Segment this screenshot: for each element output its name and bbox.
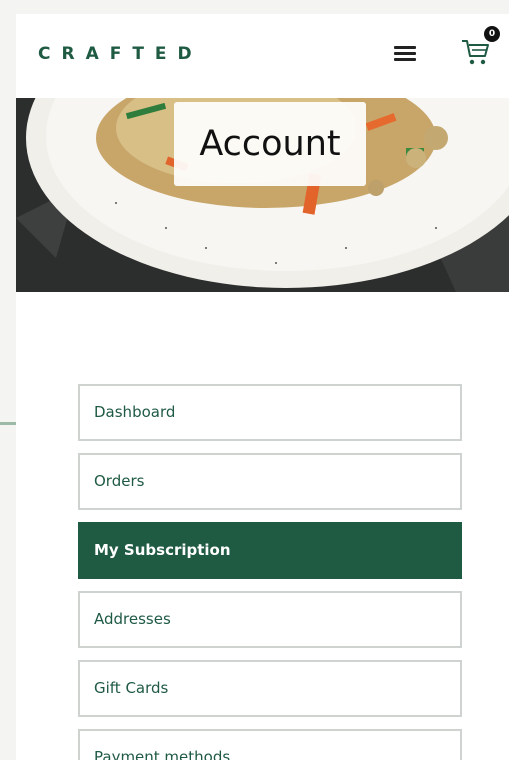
nav-item-addresses[interactable]: Addresses <box>78 591 462 648</box>
nav-item-gift-cards[interactable]: Gift Cards <box>78 660 462 717</box>
cart-button[interactable]: 0 <box>460 26 500 70</box>
nav-item-dashboard[interactable]: Dashboard <box>78 384 462 441</box>
nav-item-my-subscription[interactable]: My Subscription <box>78 522 462 579</box>
nav-item-payment-methods[interactable]: Payment methods <box>78 729 462 760</box>
site-header: CRAFTED 0 <box>16 14 509 98</box>
hero-banner: Account <box>16 98 509 292</box>
left-accent-line <box>0 422 16 425</box>
brand-logo[interactable]: CRAFTED <box>38 44 203 64</box>
hamburger-menu-icon[interactable] <box>394 44 418 62</box>
page-title: Account <box>199 124 341 164</box>
nav-item-orders[interactable]: Orders <box>78 453 462 510</box>
account-page: CRAFTED 0 Account Dashboard Orders My Su… <box>16 14 509 760</box>
account-navigation: Dashboard Orders My Subscription Address… <box>78 384 462 760</box>
cart-count-badge: 0 <box>484 26 500 42</box>
hero-title-box: Account <box>174 102 366 186</box>
